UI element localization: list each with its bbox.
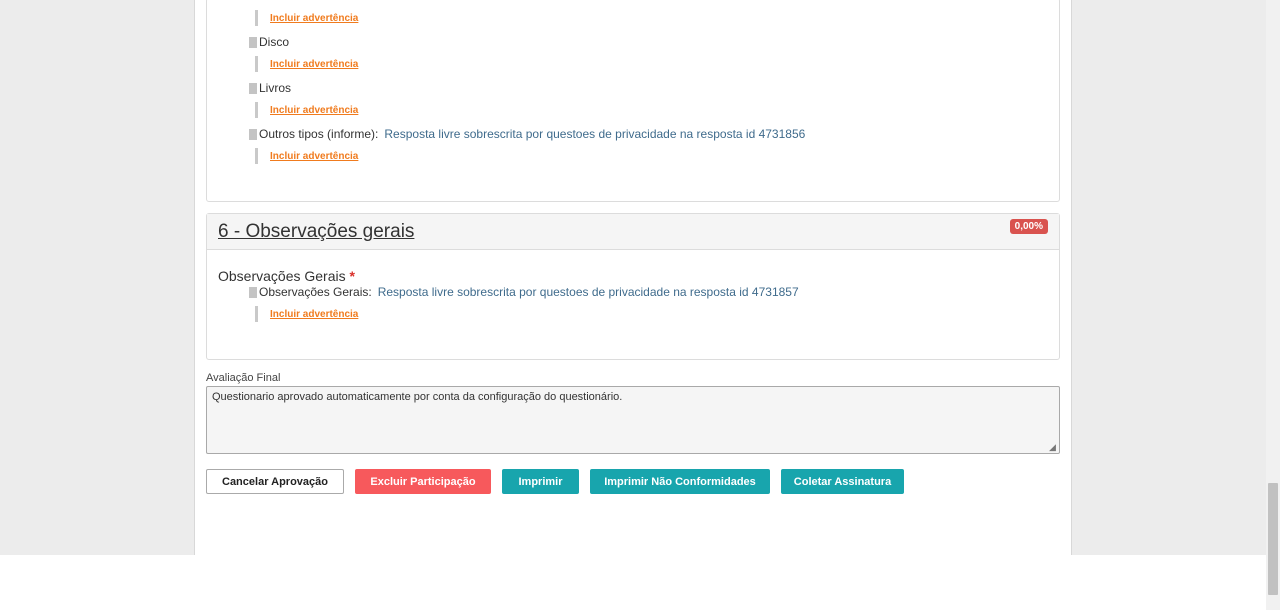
warning-row: Incluir advertência: [255, 306, 358, 322]
section-title[interactable]: 6 - Observações gerais: [218, 221, 414, 243]
warning-row: Incluir advertência: [255, 10, 358, 26]
checklist-item-observacoes: Observações Gerais: Resposta livre sobre…: [249, 285, 799, 299]
final-evaluation-label: Avaliação Final: [206, 372, 281, 384]
item-label: Livros: [259, 81, 292, 95]
checkbox-icon[interactable]: [249, 128, 257, 140]
warning-bar: [255, 148, 258, 164]
delete-participation-button[interactable]: Excluir Participação: [355, 469, 491, 494]
question-title: Observações Gerais *: [218, 268, 355, 284]
question-title-text: Observações Gerais: [218, 268, 346, 284]
item-answer: Resposta livre sobrescrita por questoes …: [384, 127, 806, 141]
print-button[interactable]: Imprimir: [502, 469, 579, 494]
item-label: Outros tipos (informe):: [259, 127, 379, 141]
scrollbar[interactable]: [1266, 0, 1280, 610]
item-label: Disco: [259, 35, 290, 49]
checklist-item-outros: Outros tipos (informe): Resposta livre s…: [249, 127, 805, 141]
warning-row: Incluir advertência: [255, 148, 358, 164]
scrollbar-thumb[interactable]: [1268, 483, 1278, 595]
warning-row: Incluir advertência: [255, 56, 358, 72]
checkbox-icon[interactable]: [249, 286, 257, 298]
include-warning-link[interactable]: Incluir advertência: [270, 59, 358, 70]
resize-grip-icon[interactable]: ◢: [1049, 443, 1058, 452]
checkbox-icon[interactable]: [249, 82, 257, 94]
collect-signature-button[interactable]: Coletar Assinatura: [781, 469, 904, 494]
cancel-approval-button[interactable]: Cancelar Aprovação: [206, 469, 344, 494]
item-label: Observações Gerais:: [259, 285, 372, 299]
required-mark: *: [349, 268, 355, 284]
include-warning-link[interactable]: Incluir advertência: [270, 13, 358, 24]
item-answer: Resposta livre sobrescrita por questoes …: [377, 285, 799, 299]
print-nonconformities-button[interactable]: Imprimir Não Conformidades: [590, 469, 770, 494]
section-5-panel: [206, 0, 1060, 202]
checklist-item-disco: Disco: [249, 35, 289, 49]
section-6-header: 6 - Observações gerais 0,00%: [207, 214, 1059, 250]
warning-bar: [255, 56, 258, 72]
checkbox-icon[interactable]: [249, 36, 257, 48]
warning-bar: [255, 102, 258, 118]
final-evaluation-textarea[interactable]: [206, 386, 1060, 454]
warning-bar: [255, 306, 258, 322]
checklist-item-livros: Livros: [249, 81, 291, 95]
include-warning-link[interactable]: Incluir advertência: [270, 151, 358, 162]
include-warning-link[interactable]: Incluir advertência: [270, 105, 358, 116]
warning-bar: [255, 10, 258, 26]
score-badge: 0,00%: [1009, 219, 1048, 234]
include-warning-link[interactable]: Incluir advertência: [270, 309, 358, 320]
warning-row: Incluir advertência: [255, 102, 358, 118]
